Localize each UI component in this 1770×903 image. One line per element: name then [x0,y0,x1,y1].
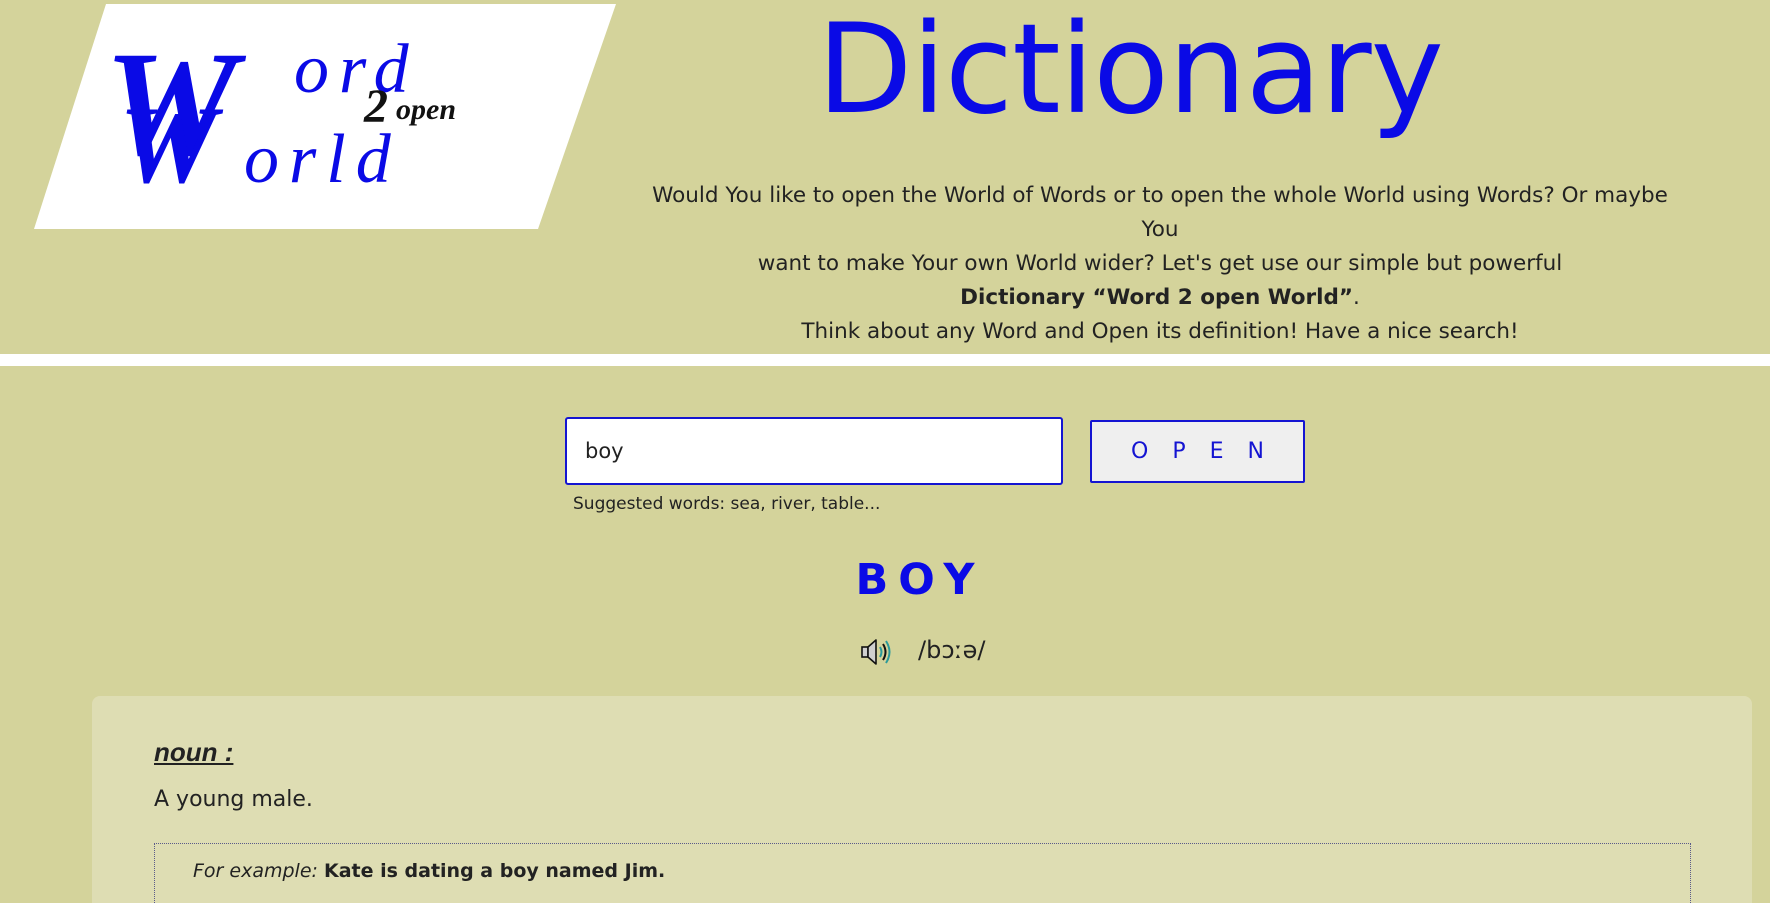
word2openworld-logo[interactable]: W ord 2 open W orld [34,4,616,229]
page-title: Dictionary [817,0,1444,142]
logo-open: open [396,93,456,126]
example-text: Kate is dating a boy named Jim. [323,860,666,882]
example-sentence: For example: Kate is dating a boy named … [193,860,665,882]
intro-text: Would You like to open the World of Word… [640,179,1680,349]
intro-line-4: Think about any Word and Open its defini… [801,319,1519,344]
example-label: For example: [193,860,318,882]
phonetic-transcription: /bɔːə/ [918,636,986,664]
intro-line-1: Would You like to open the World of Word… [652,183,1668,242]
open-button[interactable]: OPEN [1090,420,1305,483]
intro-line-2: want to make Your own World wider? Let's… [757,251,1563,276]
header-divider [0,354,1770,366]
intro-dictionary-name: Dictionary “Word 2 open World” [960,285,1353,310]
speaker-icon[interactable] [860,637,892,667]
part-of-speech: noun : [154,737,234,767]
intro-period: . [1352,285,1360,310]
logo-orld: orld [244,121,401,198]
site-header: W ord 2 open W orld Dictionary Would You… [0,0,1770,354]
logo-w-bottom: W [119,84,224,206]
logo-graphic: W ord 2 open W orld [34,4,616,229]
word-heading: BOY [855,555,985,605]
intro-line-3: Dictionary “Word 2 open World”. [640,281,1680,315]
search-input[interactable] [565,417,1063,485]
definition-text: A young male. [154,787,313,812]
suggested-words: Suggested words: sea, river, table... [573,494,881,514]
